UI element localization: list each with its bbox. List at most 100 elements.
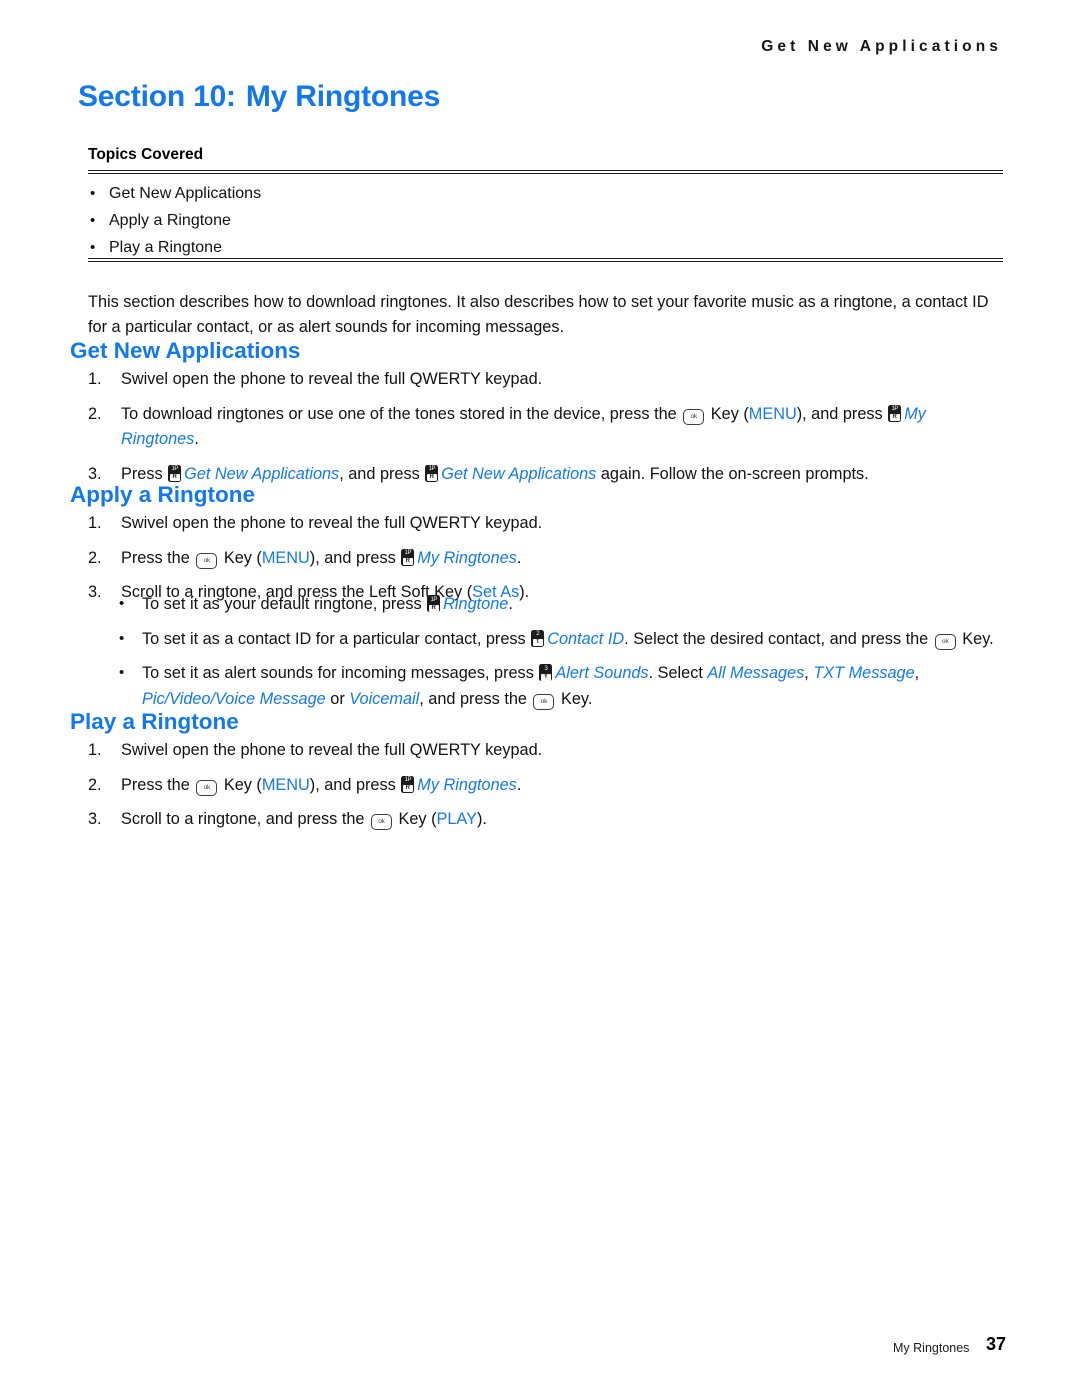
keypad-key-number: 3 (544, 665, 548, 672)
keypad-key-icon: 3Y (539, 664, 553, 681)
step-item: 2. To download ringtones or use one of th… (88, 402, 1003, 453)
keypad-key-letter: R (402, 558, 413, 565)
menu-item-text: All Messages (707, 664, 805, 682)
section-number: Section 10: (78, 80, 236, 113)
body-text: Key. (957, 629, 994, 648)
step-number: 2. (88, 775, 102, 794)
page-title: Section 10: My Ringtones (78, 80, 440, 114)
ok-key-icon: ok (934, 633, 956, 650)
keypad-key-number: 1P (404, 550, 412, 556)
body-text: Swivel open the phone to reveal the full… (121, 514, 543, 532)
ui-label-text: MENU (261, 775, 310, 794)
sub-bullet-item: To set it as alert sounds for incoming m… (118, 660, 1003, 712)
body-text: To set it as your default ringtone, pres… (142, 595, 427, 613)
step-item: 1. Swivel open the phone to reveal the fu… (88, 511, 1003, 537)
keypad-key-icon: 1P R (401, 548, 415, 566)
intro-paragraph: This section describes how to download r… (88, 293, 989, 336)
step-number: 1. (88, 514, 102, 532)
keypad-key-icon: 1P R (401, 775, 415, 793)
body-text: , and press (339, 464, 425, 483)
body-text: . (516, 548, 522, 567)
body-text: Key ( (706, 404, 749, 423)
body-text: . Select the desired contact, and press … (624, 629, 933, 648)
keypad-key-letter: Y (540, 673, 551, 681)
ui-label-text: MENU (748, 404, 797, 423)
body-text: Swivel open the phone to reveal the full… (121, 370, 543, 388)
keypad-key-number: 1P (404, 777, 412, 783)
step-item: 3. Scroll to a ringtone, and press the ok… (88, 807, 1003, 833)
step-number: 2. (88, 548, 102, 567)
sub-bullet-item: To set it as your default ringtone, pres… (118, 591, 1003, 618)
ui-label-text: PLAY (436, 810, 477, 828)
ok-key-icon: ok (196, 779, 218, 796)
body-text: Press the (121, 775, 195, 794)
keypad-key-letter: R (426, 474, 437, 481)
menu-item-text: Contact ID (547, 629, 625, 648)
body-text: ), and press (309, 548, 401, 567)
menu-item-text: Voicemail (349, 689, 420, 708)
running-header: Get New Applications (761, 38, 1002, 55)
body-text: Key. (556, 689, 593, 708)
step-item: 2. Press the ok Key (MENU), and press 1P R… (88, 773, 1003, 799)
keypad-key-number: 1P (430, 596, 438, 603)
step-item: 2. Press the ok Key (MENU), and press 1P R… (88, 546, 1003, 572)
ok-key-icon: ok (533, 693, 555, 710)
body-text: again. Follow the on-screen prompts. (596, 464, 869, 483)
section-title-text: My Ringtones (245, 80, 441, 113)
ok-key-icon: ok (196, 552, 218, 569)
body-text: To download ringtones or use one of the … (121, 404, 682, 423)
sub-bullets-apply-a-ringtone: To set it as your default ringtone, pres… (118, 591, 1003, 721)
topics-covered-list: Get New ApplicationsApply a RingtonePlay… (88, 179, 261, 262)
body-text: Scroll to a ringtone, and press the (121, 810, 369, 828)
topic-list-item: Get New Applications (88, 179, 261, 207)
steps-play-a-ringtone: 1. Swivel open the phone to reveal the fu… (88, 738, 1003, 842)
menu-item-text: My Ringtones (417, 548, 517, 567)
menu-item-text: Pic/Video/Voice Message (142, 689, 326, 708)
keypad-key-number: 1P (428, 466, 436, 472)
body-text: ). (476, 810, 487, 828)
keypad-key-icon: 1P R (888, 404, 902, 422)
topics-rule-top (88, 170, 1003, 174)
body-text: ), and press (309, 775, 401, 794)
keypad-key-letter: R (889, 414, 900, 421)
body-text: or (325, 689, 350, 708)
topic-list-item: Apply a Ringtone (88, 207, 261, 234)
body-text: Key ( (219, 775, 262, 794)
sub-bullet-item: To set it as a contact ID for a particul… (118, 626, 1003, 653)
ok-key-icon: ok (683, 408, 705, 425)
heading-get-new-applications: Get New Applications (70, 338, 301, 363)
keypad-key-icon: 2T (531, 629, 545, 647)
step-number: 3. (88, 810, 102, 828)
steps-get-new-applications: 1. Swivel open the phone to reveal the fu… (88, 367, 1003, 496)
menu-item-text: Get New Applications (441, 464, 597, 483)
menu-item-text: My Ringtones (417, 775, 517, 794)
keypad-key-letter: R (402, 785, 413, 792)
step-item: 1. Swivel open the phone to reveal the fu… (88, 367, 1003, 393)
body-text: To set it as alert sounds for incoming m… (142, 664, 539, 682)
document-page: Get New Applications Section 10: My Ringt… (0, 0, 1080, 1397)
body-text: Swivel open the phone to reveal the full… (121, 741, 543, 759)
keypad-key-number: 1P (891, 406, 899, 412)
body-text: Key ( (393, 810, 437, 828)
keypad-key-icon: 1P R (168, 464, 182, 482)
keypad-key-icon: 1P R (427, 595, 441, 612)
body-text: , (804, 664, 814, 682)
step-number: 1. (88, 370, 102, 388)
ui-label-text: MENU (261, 548, 310, 567)
heading-play-a-ringtone: Play a Ringtone (70, 709, 239, 734)
topics-rule-bottom (88, 258, 1003, 262)
step-number: 3. (88, 583, 102, 601)
keypad-key-number: 1P (171, 466, 178, 472)
body-text: , (914, 664, 920, 682)
body-text: Key ( (219, 548, 262, 567)
body-text: Press (121, 464, 168, 483)
body-text: ), and press (796, 404, 888, 423)
topics-covered-label: Topics Covered (88, 146, 204, 163)
keypad-key-number: 2 (536, 631, 540, 637)
step-number: 1. (88, 741, 102, 759)
step-number: 2. (88, 404, 102, 423)
heading-apply-a-ringtone: Apply a Ringtone (70, 482, 255, 507)
keypad-key-letter: R (428, 604, 439, 612)
menu-item-text: Ringtone (443, 595, 509, 613)
body-text: . (508, 595, 513, 613)
